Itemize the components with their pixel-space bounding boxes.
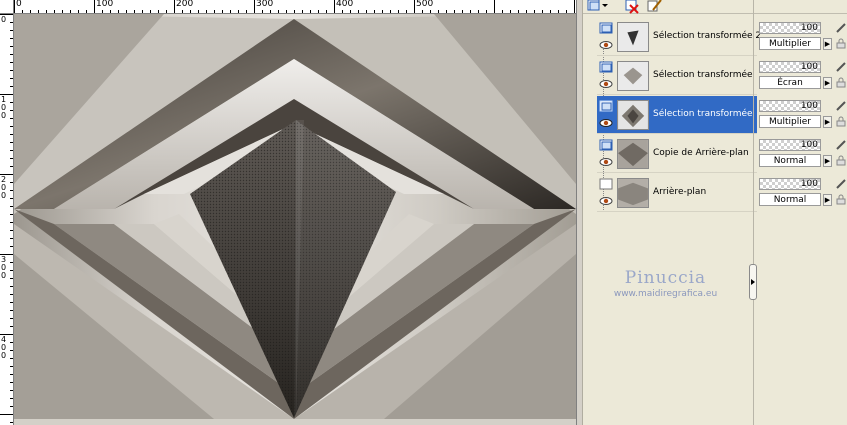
ruler-corner bbox=[0, 0, 14, 14]
pencil-icon[interactable] bbox=[835, 61, 847, 73]
opacity-value: 100 bbox=[800, 62, 818, 72]
lock-icon[interactable] bbox=[836, 155, 846, 166]
layer-row[interactable]: Sélection transformée bbox=[597, 57, 757, 95]
opacity-value: 100 bbox=[800, 140, 818, 150]
blend-mode-select[interactable]: Normal bbox=[759, 193, 821, 206]
layer-thumbnail bbox=[617, 139, 649, 169]
edit-icon[interactable] bbox=[645, 0, 663, 14]
opacity-slider[interactable]: 100 bbox=[759, 22, 821, 34]
blend-mode-select[interactable]: Écran bbox=[759, 76, 821, 89]
eye-icon[interactable] bbox=[599, 196, 613, 206]
layer-name: Arrière-plan bbox=[653, 187, 707, 197]
raster-layer-icon bbox=[599, 61, 613, 73]
ruler-label: 0 bbox=[16, 0, 22, 9]
layer-row[interactable]: Arrière-plan bbox=[597, 174, 757, 212]
pencil-icon[interactable] bbox=[835, 22, 847, 34]
horizontal-ruler[interactable]: 0 100 200 300 400 500 bbox=[14, 0, 578, 14]
layer-thumbnail bbox=[617, 22, 649, 52]
opacity-value: 100 bbox=[800, 101, 818, 111]
ruler-label: 200 bbox=[1, 175, 7, 200]
blend-mode-select[interactable]: Normal bbox=[759, 154, 821, 167]
eye-icon[interactable] bbox=[599, 118, 613, 128]
canvas-area: 0 100 200 300 400 500 0 100 200 300 400 bbox=[0, 0, 578, 425]
canvas-image[interactable] bbox=[14, 14, 576, 419]
blend-mode-select[interactable]: Multiplier bbox=[759, 37, 821, 50]
ruler-label: 200 bbox=[176, 0, 194, 9]
layer-thumbnail bbox=[617, 61, 649, 91]
eye-icon[interactable] bbox=[599, 40, 613, 50]
ruler-label: 100 bbox=[1, 95, 7, 120]
ruler-label: 400 bbox=[1, 335, 7, 360]
raster-layer-icon bbox=[599, 22, 613, 34]
opacity-slider[interactable]: 100 bbox=[759, 139, 821, 151]
ruler-label: 300 bbox=[256, 0, 274, 9]
layer-name: Sélection transformée 2 bbox=[653, 31, 762, 41]
collapse-handle[interactable] bbox=[749, 264, 757, 300]
blend-mode-select[interactable]: Multiplier bbox=[759, 115, 821, 128]
layer-name: Sélection transformée bbox=[653, 109, 753, 119]
chevron-right-icon bbox=[751, 279, 755, 285]
opacity-slider[interactable]: 100 bbox=[759, 100, 821, 112]
opacity-value: 100 bbox=[800, 179, 818, 189]
pencil-icon[interactable] bbox=[835, 178, 847, 190]
panel-divider[interactable] bbox=[753, 0, 757, 425]
psp-workspace: 0 100 200 300 400 500 0 100 200 300 400 bbox=[0, 0, 847, 425]
opacity-slider[interactable]: 100 bbox=[759, 61, 821, 73]
blend-dropdown-arrow-icon[interactable]: ▶ bbox=[823, 194, 832, 206]
lock-icon[interactable] bbox=[836, 38, 846, 49]
eye-icon[interactable] bbox=[599, 79, 613, 89]
blend-dropdown-arrow-icon[interactable]: ▶ bbox=[823, 77, 832, 89]
ruler-label: 0 bbox=[1, 15, 7, 24]
lock-icon[interactable] bbox=[836, 77, 846, 88]
layer-properties: 100 Multiplier ▶ 100 Écran ▶ 100 Multipl… bbox=[759, 18, 847, 218]
layer-thumbnail bbox=[617, 178, 649, 208]
ruler-ticks bbox=[0, 14, 13, 423]
raster-layer-icon bbox=[599, 100, 613, 112]
ruler-label: 300 bbox=[1, 255, 7, 280]
blend-dropdown-arrow-icon[interactable]: ▶ bbox=[823, 38, 832, 50]
vertical-ruler[interactable]: 0 100 200 300 400 bbox=[0, 14, 14, 425]
layer-props-row: 100 Normal ▶ bbox=[759, 174, 847, 212]
layer-props-row: 100 Écran ▶ bbox=[759, 57, 847, 95]
eye-icon[interactable] bbox=[599, 157, 613, 167]
pencil-icon[interactable] bbox=[835, 139, 847, 151]
lock-icon[interactable] bbox=[836, 116, 846, 127]
layers-palette: Sélection transformée 2 Sélection transf… bbox=[582, 0, 847, 425]
layer-thumbnail bbox=[617, 100, 649, 130]
ruler-label: 500 bbox=[416, 0, 434, 9]
layer-props-row: 100 Normal ▶ bbox=[759, 135, 847, 173]
lock-icon[interactable] bbox=[836, 194, 846, 205]
background-layer-icon bbox=[599, 178, 613, 190]
watermark-name: Pinuccia bbox=[624, 268, 707, 288]
raster-layer-icon bbox=[599, 139, 613, 151]
opacity-value: 100 bbox=[800, 23, 818, 33]
layer-list: Sélection transformée 2 Sélection transf… bbox=[593, 18, 761, 218]
layers-toolbar bbox=[583, 0, 847, 14]
layer-row[interactable]: Copie de Arrière-plan bbox=[597, 135, 757, 173]
dropdown-arrow-icon[interactable] bbox=[601, 0, 609, 14]
layer-props-row: 100 Multiplier ▶ bbox=[759, 96, 847, 134]
ruler-label: 100 bbox=[96, 0, 114, 9]
watermark-url: www.maidiregrafica.eu bbox=[613, 289, 718, 299]
ruler-label: 400 bbox=[336, 0, 354, 9]
blend-dropdown-arrow-icon[interactable]: ▶ bbox=[823, 116, 832, 128]
delete-layer-icon[interactable] bbox=[623, 0, 641, 14]
opacity-slider[interactable]: 100 bbox=[759, 178, 821, 190]
layer-name: Copie de Arrière-plan bbox=[653, 148, 749, 158]
watermark: Pinuccia www.maidiregrafica.eu bbox=[583, 268, 748, 299]
pencil-icon[interactable] bbox=[835, 100, 847, 112]
blend-dropdown-arrow-icon[interactable]: ▶ bbox=[823, 155, 832, 167]
layer-row-selected[interactable]: Sélection transformée bbox=[597, 96, 757, 134]
layer-props-row: 100 Multiplier ▶ bbox=[759, 18, 847, 56]
layer-row[interactable]: Sélection transformée 2 bbox=[597, 18, 761, 56]
layer-name: Sélection transformée bbox=[653, 70, 753, 80]
